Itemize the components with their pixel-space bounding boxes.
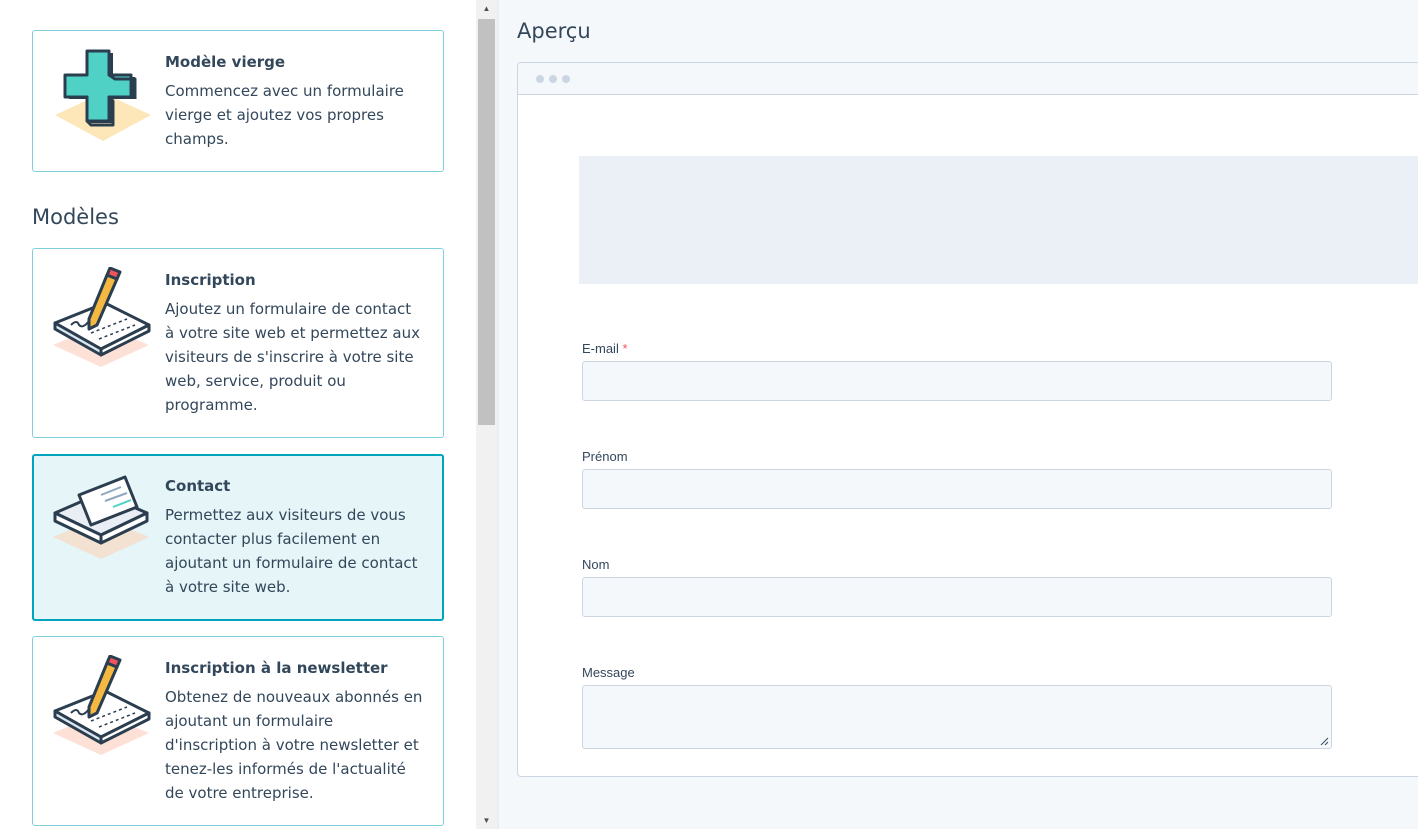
template-card-inscription[interactable]: Inscription Ajoutez un formulaire de con… bbox=[32, 248, 444, 438]
firstname-input[interactable] bbox=[582, 469, 1332, 509]
card-title: Modèle vierge bbox=[165, 53, 286, 71]
email-input[interactable] bbox=[582, 361, 1332, 401]
message-label: Message bbox=[582, 665, 635, 680]
template-card-contact[interactable]: Contact Permettez aux visiteurs de vous … bbox=[32, 454, 444, 621]
browser-dot-icon bbox=[549, 74, 557, 83]
card-description: Obtenez de nouveaux abonnés en ajoutant … bbox=[165, 688, 423, 802]
envelope-icon bbox=[53, 475, 149, 559]
resize-handle-icon[interactable] bbox=[1319, 736, 1329, 746]
templates-panel: Modèle vierge Commencez avec un formulai… bbox=[0, 0, 476, 829]
card-title: Inscription bbox=[165, 271, 256, 289]
card-description: Ajoutez un formulaire de contact à votre… bbox=[165, 300, 420, 414]
lastname-input[interactable] bbox=[582, 577, 1332, 617]
signup-pencil-icon bbox=[53, 267, 151, 367]
card-title: Inscription à la newsletter bbox=[165, 659, 388, 677]
scroll-down-arrow-icon[interactable]: ▼ bbox=[476, 812, 497, 829]
plus-cross-icon bbox=[55, 49, 151, 141]
required-marker: * bbox=[622, 341, 628, 356]
preview-browser-frame: E-mail * Prénom Nom Message bbox=[517, 62, 1418, 777]
browser-dot-icon bbox=[562, 74, 570, 83]
card-description: Permettez aux visiteurs de vous contacte… bbox=[165, 506, 418, 596]
scroll-thumb[interactable] bbox=[478, 19, 495, 425]
browser-dot-icon bbox=[536, 74, 544, 83]
template-card-newsletter[interactable]: Inscription à la newsletter Obtenez de n… bbox=[32, 636, 444, 826]
card-title: Contact bbox=[165, 477, 231, 495]
browser-bar bbox=[518, 63, 1418, 95]
templates-scrollbar[interactable]: ▲ ▼ bbox=[476, 0, 497, 829]
lastname-label: Nom bbox=[582, 557, 610, 572]
blank-template-card[interactable]: Modèle vierge Commencez avec un formulai… bbox=[32, 30, 444, 172]
email-label: E-mail * bbox=[582, 341, 628, 356]
message-textarea[interactable] bbox=[582, 685, 1332, 749]
preview-panel: Aperçu E-mail * Prénom Nom Message bbox=[499, 0, 1418, 829]
scroll-up-arrow-icon[interactable]: ▲ bbox=[476, 0, 497, 17]
newsletter-pencil-icon bbox=[53, 655, 151, 755]
templates-heading: Modèles bbox=[32, 205, 119, 229]
form-header-placeholder bbox=[579, 156, 1418, 284]
firstname-label: Prénom bbox=[582, 449, 628, 464]
preview-title: Aperçu bbox=[517, 19, 591, 43]
card-description: Commencez avec un formulaire vierge et a… bbox=[165, 82, 404, 148]
